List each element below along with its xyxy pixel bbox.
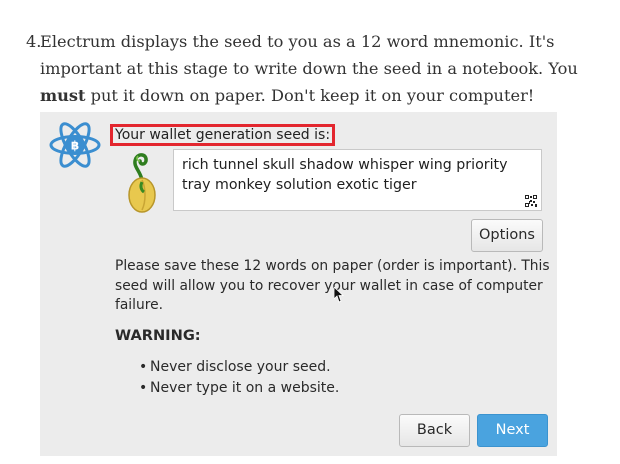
step-instruction: 4. Electrum displays the seed to you as …: [26, 28, 611, 109]
step-text-before: Electrum displays the seed to you as a 1…: [40, 32, 578, 78]
warning-item: Never disclose your seed.: [139, 357, 339, 378]
warning-item: Never type it on a website.: [139, 378, 339, 399]
step-emphasis: must: [40, 86, 86, 105]
electrum-logo-icon: ฿: [49, 122, 101, 168]
step-text-after: put it down on paper. Don't keep it on y…: [85, 86, 535, 105]
warning-title: WARNING:: [115, 327, 201, 344]
qr-code-icon[interactable]: [525, 195, 537, 207]
back-button[interactable]: Back: [399, 414, 470, 447]
seed-heading: Your wallet generation seed is:: [110, 124, 336, 146]
seed-info-text: Please save these 12 words on paper (ord…: [115, 258, 550, 313]
seed-dialog: ฿ Your wallet generation seed is: rich t…: [40, 112, 557, 456]
mouse-cursor-icon: [334, 287, 344, 303]
step-number: 4.: [26, 32, 42, 51]
svg-text:฿: ฿: [71, 139, 79, 153]
seed-sprout-icon: [128, 153, 156, 213]
next-button[interactable]: Next: [477, 414, 548, 447]
step-text: Electrum displays the seed to you as a 1…: [26, 28, 611, 109]
clipped-warning-text: [149, 401, 334, 403]
seed-words-text: rich tunnel skull shadow whisper wing pr…: [182, 157, 508, 193]
seed-words-box[interactable]: rich tunnel skull shadow whisper wing pr…: [173, 149, 542, 211]
warning-list: Never disclose your seed. Never type it …: [139, 357, 339, 399]
options-button[interactable]: Options: [471, 219, 543, 252]
